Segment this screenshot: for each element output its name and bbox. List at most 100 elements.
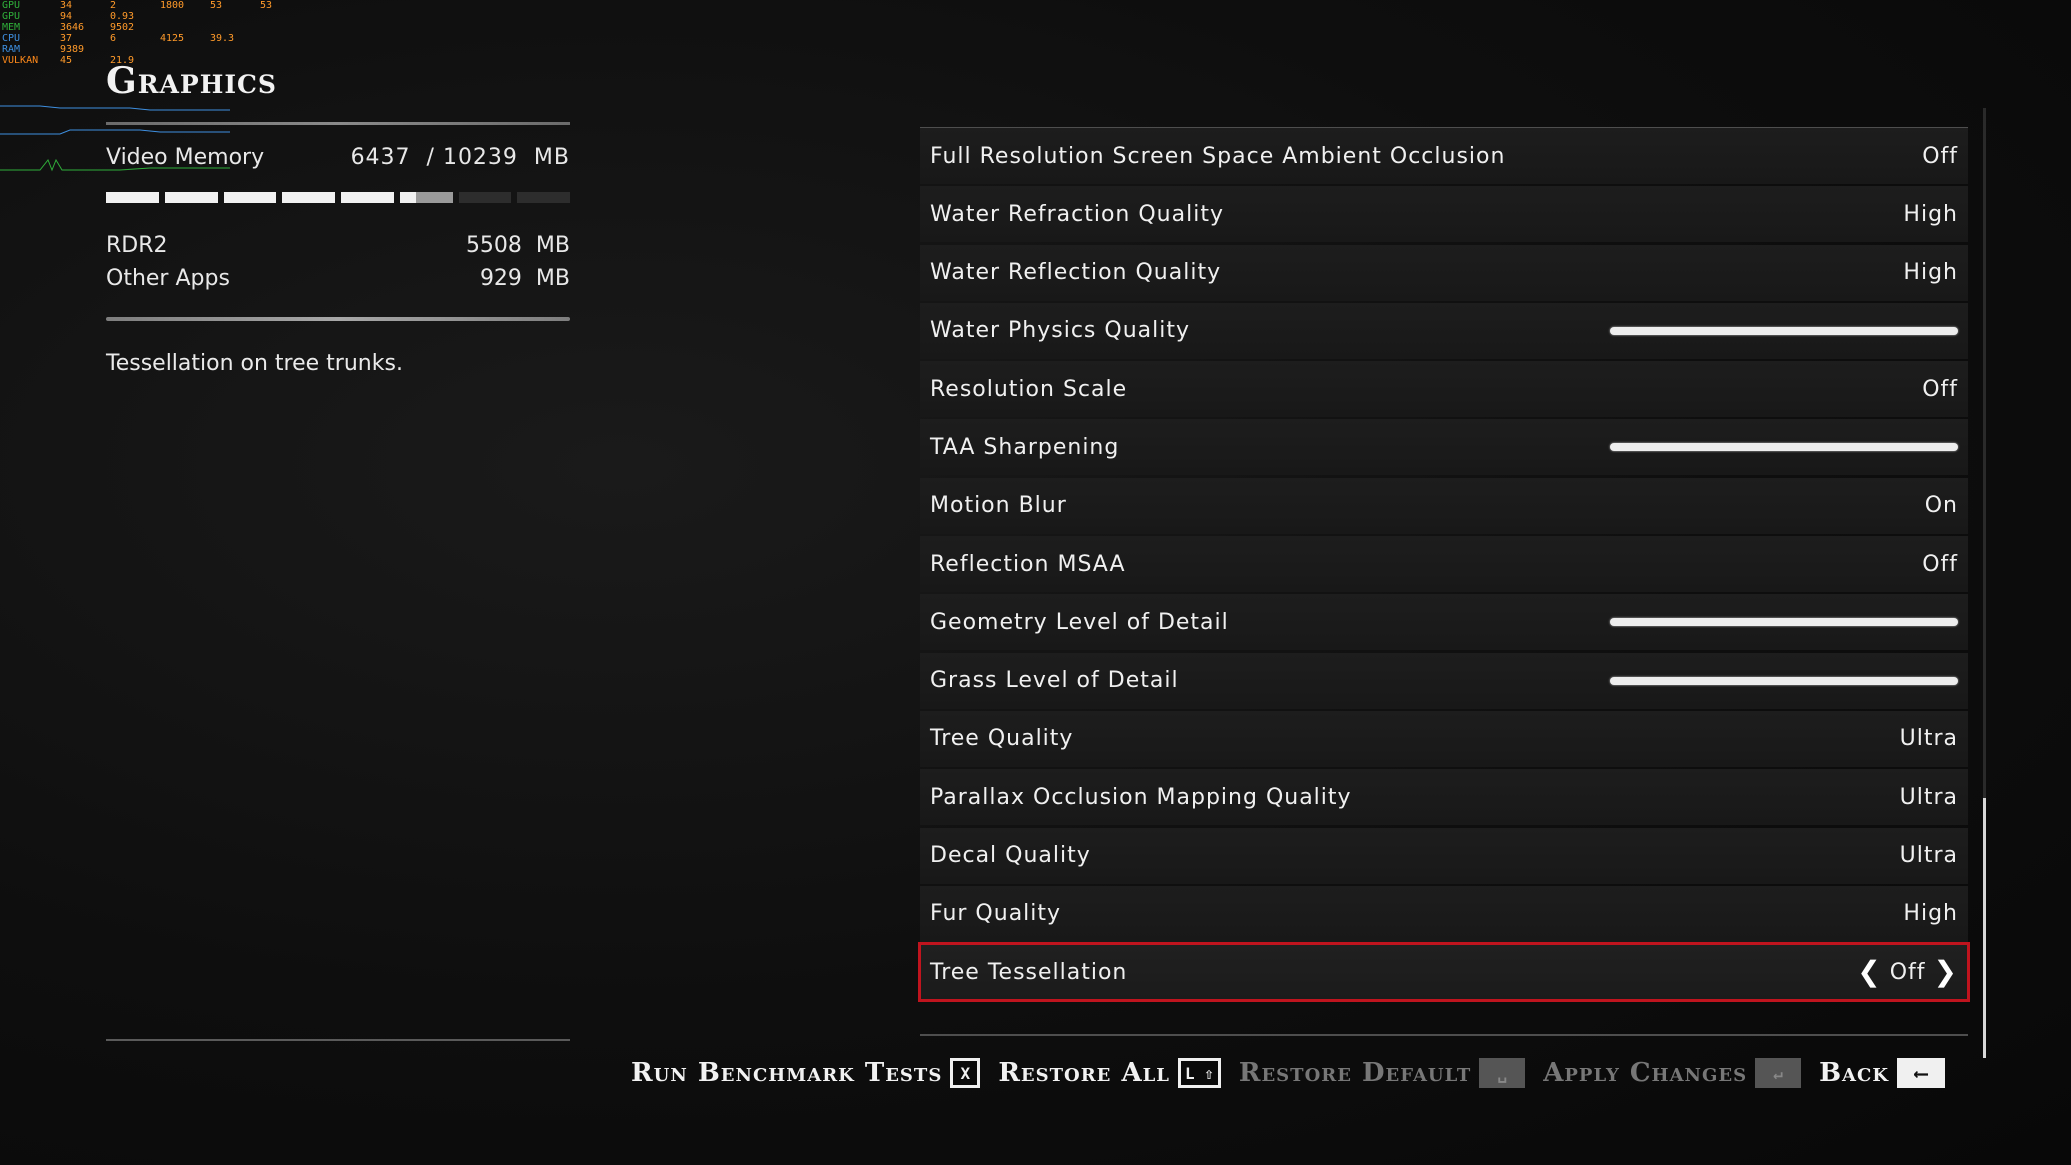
setting-value: Off: [1922, 143, 1958, 169]
hud-label: RAM: [2, 44, 21, 55]
setting-row[interactable]: TAA Sharpening: [920, 419, 1968, 476]
setting-label: Geometry Level of Detail: [930, 609, 1229, 635]
performance-overlay: GPU 34 2 1800 53 53 GPU 94 0.93 MEM 3646 9502 CPU 37 6…: [2, 0, 304, 66]
setting-row[interactable]: Water Refraction Quality High: [920, 186, 1968, 243]
chevron-right-icon[interactable]: ❯: [1934, 958, 1958, 986]
memory-app-value: 929 MB: [479, 266, 570, 291]
scrollbar-thumb[interactable]: [1983, 798, 1986, 1058]
hud-row: MEM 3646 9502: [2, 22, 304, 33]
setting-row[interactable]: Grass Level of Detail: [920, 652, 1968, 709]
hud-label: VULKAN: [2, 55, 39, 66]
setting-row[interactable]: Tree Tessellation ❮ Off ❯: [918, 942, 1970, 1003]
memory-divider: [106, 317, 570, 321]
memory-bar-segment: [164, 192, 218, 203]
hud-label: GPU: [2, 11, 21, 22]
hud-label: GPU: [2, 0, 21, 11]
hud-value: 4125: [160, 33, 185, 44]
setting-label: Water Physics Quality: [930, 318, 1190, 344]
restore-default-button[interactable]: Restore Default ␣: [1238, 1058, 1526, 1088]
memory-bar-segment: [282, 192, 335, 203]
setting-row[interactable]: Tree Quality Ultra: [920, 710, 1968, 767]
apply-changes-button[interactable]: Apply Changes ↵: [1543, 1058, 1802, 1088]
setting-label: Motion Blur: [930, 493, 1067, 519]
list-bottom-divider: [920, 1034, 1968, 1036]
setting-label: Tree Tessellation: [930, 959, 1128, 985]
setting-row[interactable]: Motion Blur On: [920, 477, 1968, 534]
setting-value: High: [1903, 901, 1958, 927]
setting-value: On: [1924, 493, 1958, 519]
setting-row[interactable]: Full Resolution Screen Space Ambient Occ…: [920, 128, 1968, 184]
back-key-icon: ⟵: [1897, 1058, 1945, 1088]
hud-value: 45: [60, 55, 73, 66]
setting-row[interactable]: Fur Quality High: [920, 885, 1968, 942]
back-label: Back: [1819, 1058, 1889, 1088]
video-memory-value: 6437 / 10239 MB: [350, 145, 570, 170]
setting-slider[interactable]: [1610, 676, 1958, 685]
memory-bar-segment: [458, 192, 512, 203]
setting-value: Ultra: [1899, 843, 1958, 869]
setting-row[interactable]: Decal Quality Ultra: [920, 827, 1968, 884]
hud-value: 6: [110, 33, 117, 44]
hud-value: 9502: [110, 22, 135, 33]
hud-row: CPU 37 6 4125 39.3: [2, 33, 304, 44]
setting-value: Ultra: [1899, 726, 1958, 752]
setting-label: Full Resolution Screen Space Ambient Occ…: [930, 143, 1506, 169]
setting-label: Tree Quality: [930, 726, 1074, 752]
memory-app-row: RDR2 5508 MB: [106, 229, 570, 262]
setting-value: Ultra: [1899, 784, 1958, 810]
restore-all-button[interactable]: Restore All L ⇧: [998, 1058, 1221, 1088]
video-memory-row: Video Memory 6437 / 10239 MB: [106, 145, 570, 170]
hud-label: MEM: [2, 22, 21, 33]
setting-label: Resolution Scale: [930, 376, 1128, 402]
setting-row[interactable]: Geometry Level of Detail: [920, 594, 1968, 651]
setting-label: TAA Sharpening: [930, 434, 1120, 460]
info-panel: Graphics Video Memory 6437 / 10239 MB RD…: [106, 60, 570, 376]
memory-usage-list: RDR2 5508 MB Other Apps 929 MB: [106, 229, 570, 295]
setting-label: Reflection MSAA: [930, 551, 1126, 577]
setting-description: Tessellation on tree trunks.: [106, 351, 403, 376]
setting-selector[interactable]: ❮ Off ❯: [1857, 958, 1958, 986]
restore-default-label: Restore Default: [1238, 1058, 1472, 1088]
hud-value: 53: [260, 0, 273, 11]
memory-app-value: 5508 MB: [465, 233, 570, 258]
hud-value: 37: [60, 33, 73, 44]
memory-bar-segment: [399, 192, 453, 203]
setting-row[interactable]: Water Physics Quality: [920, 302, 1968, 359]
hud-label: CPU: [2, 33, 21, 44]
run-benchmark-tests-button[interactable]: Run Benchmark Tests X: [631, 1058, 981, 1088]
setting-label: Water Refraction Quality: [930, 201, 1224, 227]
setting-row[interactable]: Parallax Occlusion Mapping Quality Ultra: [920, 769, 1968, 826]
memory-bar-segment: [341, 192, 394, 203]
hud-value: 9389: [60, 44, 85, 55]
setting-label: Fur Quality: [930, 901, 1062, 927]
hud-value: 0.93: [110, 11, 135, 22]
restore-all-key-icon: L ⇧: [1177, 1058, 1221, 1088]
setting-slider[interactable]: [1610, 443, 1958, 452]
run-benchmark-tests-label: Run Benchmark Tests: [631, 1058, 943, 1088]
back-button[interactable]: Back ⟵: [1819, 1058, 1945, 1088]
setting-value: High: [1903, 201, 1958, 227]
memory-bar-segment: [517, 192, 570, 203]
run-benchmark-tests-key-icon: X: [950, 1058, 981, 1088]
hud-value: 34: [60, 0, 73, 11]
hud-value: 53: [210, 0, 223, 11]
action-bar: Run Benchmark Tests X Restore All L ⇧ Restor…: [631, 1058, 1945, 1088]
hud-value: 3646: [60, 22, 85, 33]
setting-label: Grass Level of Detail: [930, 668, 1179, 694]
left-bottom-divider: [106, 1039, 570, 1041]
setting-value: Off: [1922, 376, 1958, 402]
hud-row: GPU 34 2 1800 53 53: [2, 0, 304, 11]
memory-app-name: Other Apps: [106, 266, 230, 291]
hud-value: 1800: [160, 0, 185, 11]
chevron-left-icon[interactable]: ❮: [1857, 958, 1881, 986]
setting-label: Water Reflection Quality: [930, 260, 1222, 286]
memory-app-row: Other Apps 929 MB: [106, 262, 570, 295]
setting-label: Parallax Occlusion Mapping Quality: [930, 784, 1352, 810]
setting-slider[interactable]: [1610, 618, 1958, 627]
setting-row[interactable]: Resolution Scale Off: [920, 361, 1968, 418]
hud-row: RAM 9389: [2, 44, 304, 55]
setting-slider[interactable]: [1610, 326, 1958, 335]
setting-row[interactable]: Water Reflection Quality High: [920, 244, 1968, 301]
setting-row[interactable]: Reflection MSAA Off: [920, 536, 1968, 593]
setting-label: Decal Quality: [930, 843, 1091, 869]
